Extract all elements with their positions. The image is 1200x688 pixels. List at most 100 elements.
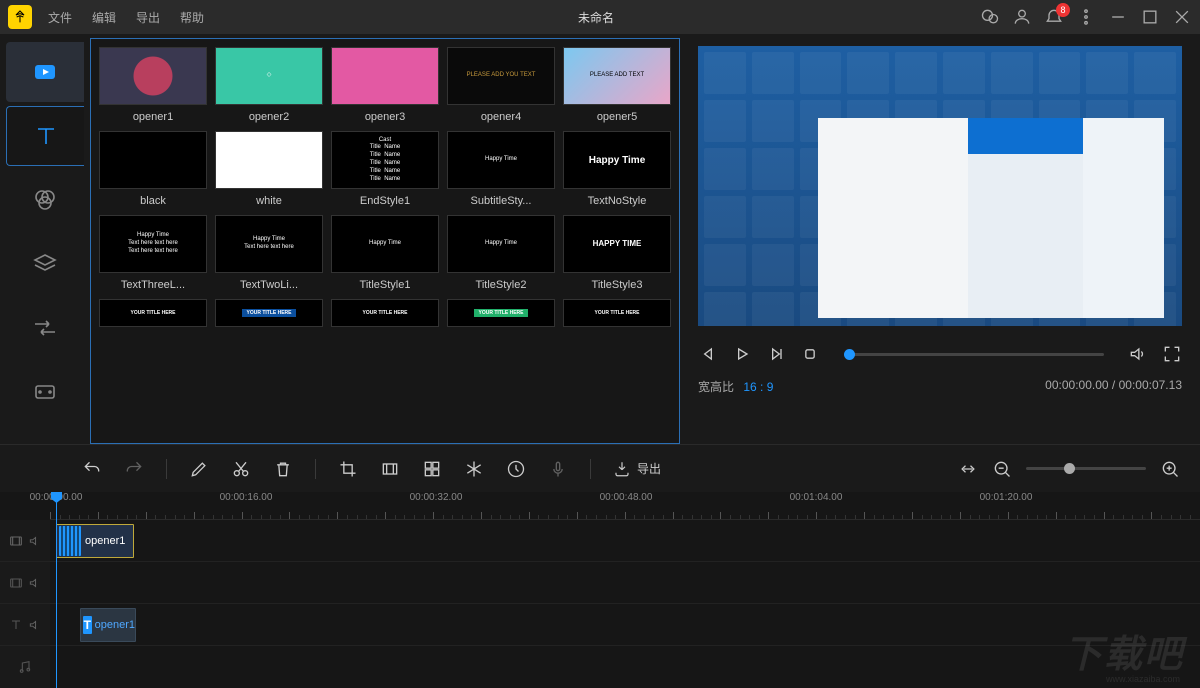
- delete-button[interactable]: [273, 459, 293, 479]
- asset-item[interactable]: Happy Time TextNoStyle: [563, 131, 671, 207]
- fullscreen-button[interactable]: [1162, 344, 1182, 364]
- notification-badge: 8: [1056, 3, 1070, 17]
- close-button[interactable]: [1172, 7, 1192, 27]
- notifications-icon[interactable]: 8: [1044, 7, 1064, 27]
- asset-thumbnail: Happy Time: [447, 215, 555, 273]
- timeline: 00:00:00.0000:00:16.0000:00:32.0000:00:4…: [0, 492, 1200, 688]
- fit-button[interactable]: [958, 459, 978, 479]
- asset-item[interactable]: YOUR TITLE HERE: [331, 299, 439, 327]
- preview-scrubber[interactable]: [844, 353, 1104, 356]
- menu-file[interactable]: 文件: [40, 5, 80, 30]
- playhead[interactable]: [56, 492, 57, 688]
- text-track: T opener1: [0, 604, 1200, 646]
- ruler-mark: 00:01:04.00: [790, 492, 843, 503]
- tab-media[interactable]: [6, 42, 84, 102]
- ruler-mark: 00:00:32.00: [410, 492, 463, 503]
- asset-item[interactable]: white: [215, 131, 323, 207]
- more-icon[interactable]: [1076, 7, 1096, 27]
- mute-icon[interactable]: [28, 618, 42, 632]
- assets-panel: opener1◇opener2opener3PLEASE ADD YOU TEX…: [90, 38, 680, 444]
- asset-item[interactable]: Happy Time Text here text hereTextTwoLi.…: [215, 215, 323, 291]
- asset-thumbnail: Happy Time: [331, 215, 439, 273]
- asset-item[interactable]: Cast Title Name Title Name Title Name Ti…: [331, 131, 439, 207]
- asset-item[interactable]: HAPPY TIMETitleStyle3: [563, 215, 671, 291]
- asset-label: TextThreeL...: [99, 279, 207, 291]
- zoom-out-button[interactable]: [992, 459, 1012, 479]
- menu-export[interactable]: 导出: [128, 5, 168, 30]
- asset-thumbnail: Happy Time: [563, 131, 671, 189]
- asset-item[interactable]: PLEASE ADD YOU TEXT opener4: [447, 47, 555, 123]
- menu-edit[interactable]: 编辑: [84, 5, 124, 30]
- asset-item[interactable]: YOUR TITLE HERE: [215, 299, 323, 327]
- cut-button[interactable]: [231, 459, 251, 479]
- preview-panel: document.write(Array.from({length:60},()…: [680, 34, 1200, 444]
- aspect-value[interactable]: 16 : 9: [743, 380, 773, 394]
- redo-button[interactable]: [124, 459, 144, 479]
- speed-button[interactable]: [506, 459, 526, 479]
- asset-item[interactable]: opener1: [99, 47, 207, 123]
- asset-item[interactable]: PLEASE ADD TEXTopener5: [563, 47, 671, 123]
- mute-icon[interactable]: [28, 576, 42, 590]
- asset-item[interactable]: YOUR TITLE HERE: [563, 299, 671, 327]
- export-button[interactable]: 导出: [613, 460, 661, 478]
- menu-help[interactable]: 帮助: [172, 5, 212, 30]
- prev-frame-button[interactable]: [698, 344, 718, 364]
- undo-button[interactable]: [82, 459, 102, 479]
- zoom-slider[interactable]: [1026, 467, 1146, 470]
- crop-ratio-button[interactable]: [380, 459, 400, 479]
- voiceover-button[interactable]: [548, 459, 568, 479]
- asset-item[interactable]: Happy TimeTitleStyle1: [331, 215, 439, 291]
- asset-label: TitleStyle2: [447, 279, 555, 291]
- timeline-toolbar: 导出: [0, 444, 1200, 492]
- asset-item[interactable]: Happy Time TitleStyle2: [447, 215, 555, 291]
- preview-screen[interactable]: document.write(Array.from({length:60},()…: [698, 46, 1182, 326]
- tab-text[interactable]: [6, 106, 84, 166]
- video-track-2: [0, 562, 1200, 604]
- asset-thumbnail: Happy Time: [447, 131, 555, 189]
- asset-thumbnail: PLEASE ADD TEXT: [563, 47, 671, 105]
- tab-overlays[interactable]: [6, 234, 84, 294]
- asset-thumbnail: Happy Time Text here text here Text here…: [99, 215, 207, 273]
- asset-item[interactable]: YOUR TITLE HERE: [447, 299, 555, 327]
- volume-button[interactable]: [1128, 344, 1148, 364]
- asset-label: black: [99, 195, 207, 207]
- asset-thumbnail: PLEASE ADD YOU TEXT: [447, 47, 555, 105]
- minimize-button[interactable]: [1108, 7, 1128, 27]
- asset-label: opener4: [447, 111, 555, 123]
- app-logo: [8, 5, 32, 29]
- asset-item[interactable]: black: [99, 131, 207, 207]
- video-clip[interactable]: opener1: [56, 524, 134, 558]
- tab-filters[interactable]: [6, 170, 84, 230]
- timeline-ruler[interactable]: 00:00:00.0000:00:16.0000:00:32.0000:00:4…: [50, 492, 1200, 520]
- mute-icon[interactable]: [28, 534, 42, 548]
- asset-label: SubtitleSty...: [447, 195, 555, 207]
- document-title: 未命名: [212, 9, 980, 26]
- text-clip[interactable]: T opener1: [80, 608, 136, 642]
- asset-item[interactable]: ◇opener2: [215, 47, 323, 123]
- asset-item[interactable]: opener3: [331, 47, 439, 123]
- play-button[interactable]: [732, 344, 752, 364]
- asset-label: TextNoStyle: [563, 195, 671, 207]
- edit-tool-button[interactable]: [189, 459, 209, 479]
- tab-transitions[interactable]: [6, 298, 84, 358]
- mosaic-button[interactable]: [422, 459, 442, 479]
- asset-label: opener2: [215, 111, 323, 123]
- tab-elements[interactable]: [6, 362, 84, 422]
- crop-button[interactable]: [338, 459, 358, 479]
- asset-item[interactable]: Happy Time SubtitleSty...: [447, 131, 555, 207]
- wechat-icon[interactable]: [980, 7, 1000, 27]
- next-frame-button[interactable]: [766, 344, 786, 364]
- timecode: 00:00:00.00 / 00:00:07.13: [1045, 378, 1182, 395]
- aspect-label: 宽高比: [698, 380, 734, 394]
- video-track: opener1: [0, 520, 1200, 562]
- asset-thumbnail: Cast Title Name Title Name Title Name Ti…: [331, 131, 439, 189]
- account-icon[interactable]: [1012, 7, 1032, 27]
- asset-item[interactable]: YOUR TITLE HERE: [99, 299, 207, 327]
- zoom-in-button[interactable]: [1160, 459, 1180, 479]
- ruler-mark: 00:00:16.00: [220, 492, 273, 503]
- freeze-button[interactable]: [464, 459, 484, 479]
- asset-thumbnail: YOUR TITLE HERE: [447, 299, 555, 327]
- asset-item[interactable]: Happy Time Text here text here Text here…: [99, 215, 207, 291]
- maximize-button[interactable]: [1140, 7, 1160, 27]
- stop-button[interactable]: [800, 344, 820, 364]
